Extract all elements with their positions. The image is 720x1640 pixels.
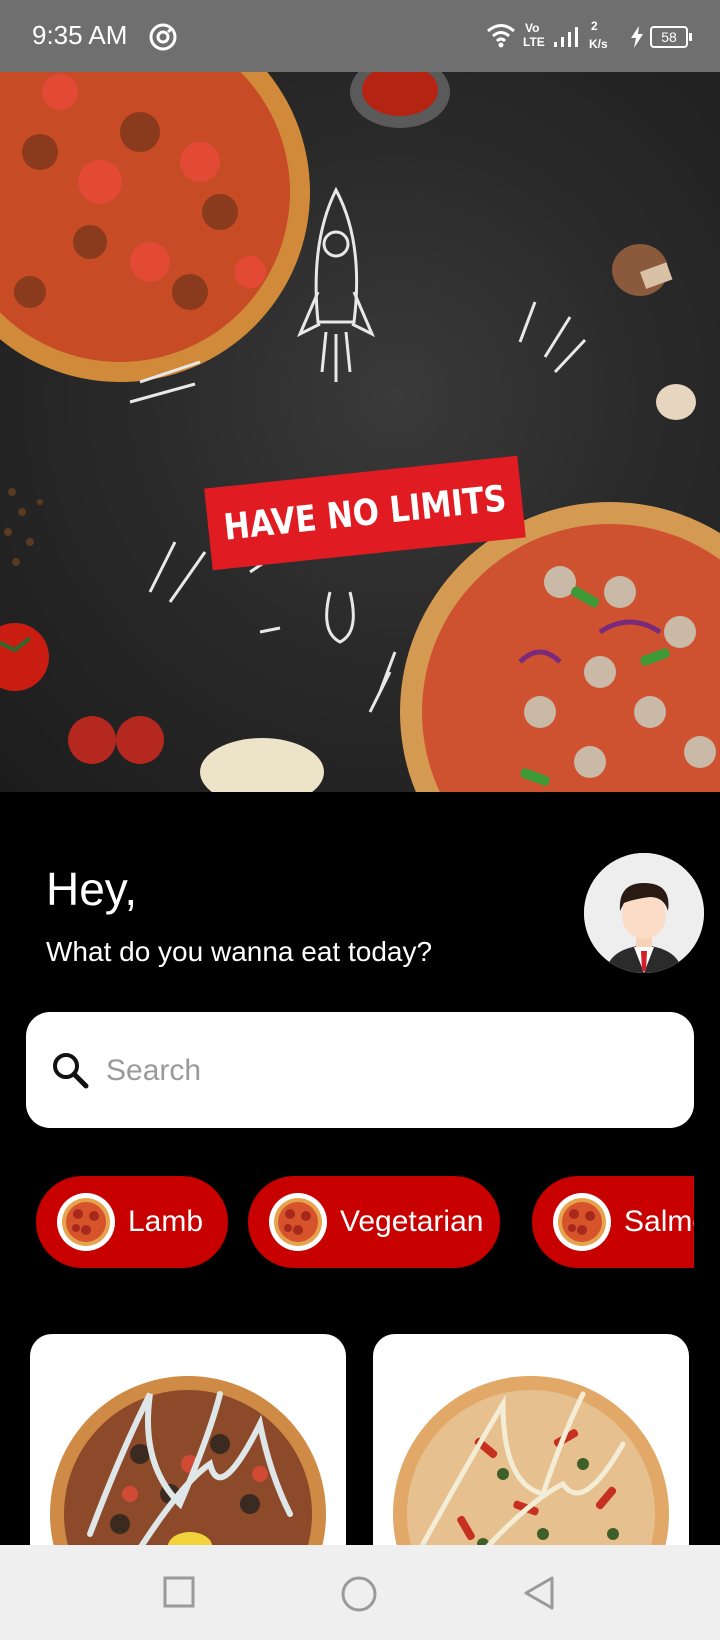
user-avatar[interactable]: [584, 853, 704, 973]
greeting-title: Hey,: [46, 863, 138, 915]
charging-icon: [631, 26, 643, 48]
speed-value: 2: [591, 19, 598, 33]
pizza-image: [50, 1376, 326, 1574]
greeting-subtitle: What do you wanna eat today?: [46, 936, 433, 967]
category-label: Vegetarian: [340, 1205, 484, 1238]
battery-level: 58: [650, 26, 692, 48]
product-card[interactable]: [30, 1334, 346, 1574]
back-icon[interactable]: [522, 1575, 556, 1611]
category-chip-vegetarian[interactable]: Vegetarian: [248, 1176, 500, 1268]
avatar-person-icon: [584, 853, 704, 973]
do-not-disturb-icon: [149, 23, 177, 51]
search-icon: [53, 1053, 89, 1089]
pizza-icon: [269, 1193, 327, 1251]
status-time: 9:35 AM: [32, 20, 128, 50]
category-chips: Lamb Vegetarian Salmon: [36, 1176, 694, 1268]
pizza-image: [393, 1376, 669, 1574]
recent-apps-icon[interactable]: [162, 1575, 196, 1609]
hero-illustration: [0, 72, 720, 792]
search-input[interactable]: [104, 1042, 668, 1100]
wifi-icon: [487, 24, 515, 48]
category-chip-salmon[interactable]: Salmon: [532, 1176, 694, 1268]
hero-banner-image[interactable]: HAVE NO LIMITS: [0, 72, 720, 792]
category-label: Salmon: [624, 1205, 694, 1238]
category-label: Lamb: [128, 1205, 204, 1238]
product-card[interactable]: [373, 1334, 689, 1574]
category-chip-lamb[interactable]: Lamb: [36, 1176, 228, 1268]
status-bar: 9:35 AM Vo LTE 2 K/s 58: [0, 0, 720, 72]
volte-top: Vo: [525, 21, 540, 35]
pizza-icon: [553, 1193, 611, 1251]
speed-unit: K/s: [589, 37, 608, 51]
system-navigation-bar: [0, 1545, 720, 1640]
pizza-icon: [57, 1193, 115, 1251]
signal-icon: [554, 27, 578, 47]
volte-bottom: LTE: [523, 35, 545, 49]
search-bar[interactable]: [26, 1012, 694, 1128]
home-icon[interactable]: [340, 1575, 378, 1613]
